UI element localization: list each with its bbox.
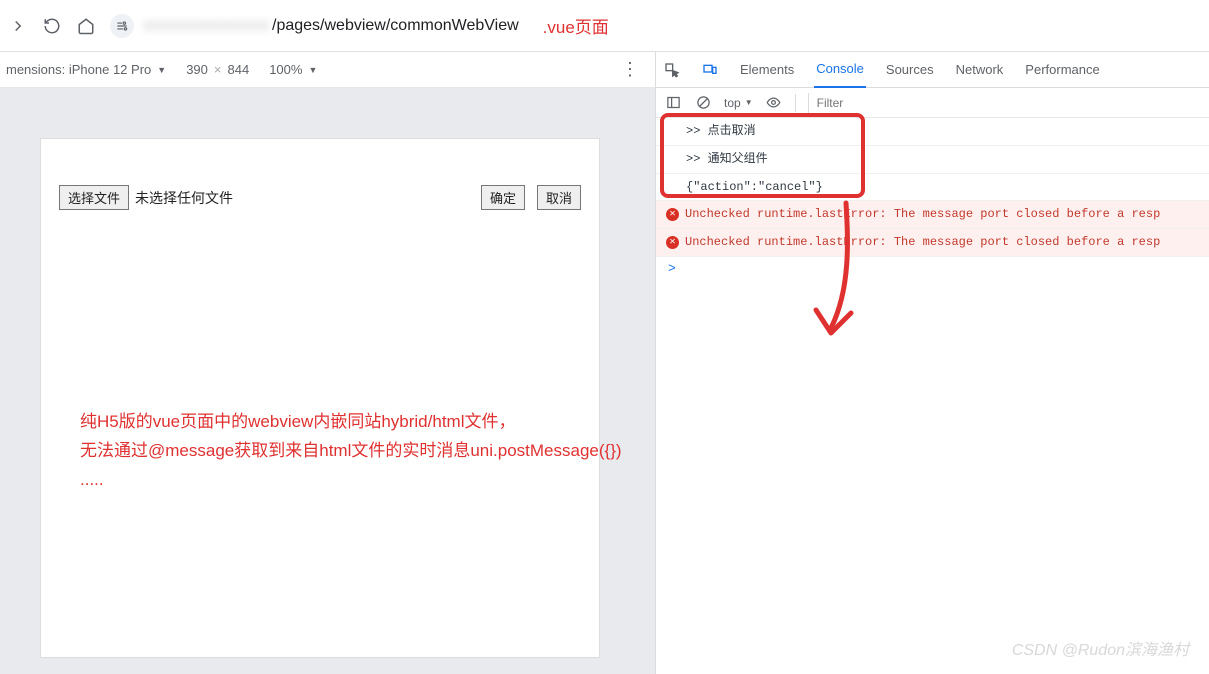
confirm-button[interactable]: 确定 xyxy=(481,185,525,210)
url-text: xxxxxxxxxxxxxx /pages/webview/commonWebV… xyxy=(144,17,519,35)
webview-page: 选择文件 未选择任何文件 确定 取消 xyxy=(40,138,600,658)
live-expression-icon[interactable] xyxy=(765,94,783,112)
console-log-line: >> 点击取消 xyxy=(656,118,1209,146)
home-icon[interactable] xyxy=(76,16,96,36)
device-toolbar: mensions: iPhone 12 Pro▼ 390 × 844 100%▼… xyxy=(0,52,655,88)
forward-icon[interactable] xyxy=(8,16,28,36)
device-viewport: mensions: iPhone 12 Pro▼ 390 × 844 100%▼… xyxy=(0,52,655,674)
tab-elements[interactable]: Elements xyxy=(738,52,796,88)
browser-toolbar: xxxxxxxxxxxxxx /pages/webview/commonWebV… xyxy=(0,0,1209,52)
more-options-icon[interactable]: ⋮ xyxy=(621,59,639,80)
filter-input[interactable] xyxy=(808,93,928,113)
tab-console[interactable]: Console xyxy=(814,52,866,88)
tab-sources[interactable]: Sources xyxy=(884,52,936,88)
site-settings-icon[interactable] xyxy=(110,14,134,38)
clear-console-icon[interactable] xyxy=(694,94,712,112)
error-icon: ✕ xyxy=(666,236,679,249)
console-error-line: ✕ Unchecked runtime.lastError: The messa… xyxy=(656,229,1209,257)
device-selector[interactable]: mensions: iPhone 12 Pro▼ xyxy=(6,62,166,77)
console-error-line: ✕ Unchecked runtime.lastError: The messa… xyxy=(656,201,1209,229)
reload-icon[interactable] xyxy=(42,16,62,36)
console-toolbar: top▼ xyxy=(656,88,1209,118)
annotation-explanation: 纯H5版的vue页面中的webview内嵌同站hybrid/html文件， 无法… xyxy=(80,408,622,495)
cancel-button[interactable]: 取消 xyxy=(537,185,581,210)
context-selector[interactable]: top▼ xyxy=(724,96,753,110)
annotation-vue-page: .vue页面 xyxy=(543,13,609,38)
watermark: CSDN @Rudon滨海渔村 xyxy=(1012,636,1189,660)
console-prompt[interactable]: > xyxy=(656,257,1209,280)
choose-file-button[interactable]: 选择文件 xyxy=(59,185,129,210)
url-bar[interactable]: xxxxxxxxxxxxxx /pages/webview/commonWebV… xyxy=(110,13,609,38)
tab-network[interactable]: Network xyxy=(954,52,1006,88)
devtools-tabs: Elements Console Sources Network Perform… xyxy=(656,52,1209,88)
sidebar-toggle-icon[interactable] xyxy=(664,94,682,112)
tab-performance[interactable]: Performance xyxy=(1023,52,1101,88)
console-log-line: {"action":"cancel"} xyxy=(656,174,1209,202)
no-file-label: 未选择任何文件 xyxy=(135,188,233,208)
inspect-element-icon[interactable] xyxy=(662,60,682,80)
device-toggle-icon[interactable] xyxy=(700,60,720,80)
devtools-panel: Elements Console Sources Network Perform… xyxy=(655,52,1209,674)
viewport-dimensions[interactable]: 390 × 844 xyxy=(186,62,249,77)
error-icon: ✕ xyxy=(666,208,679,221)
console-log-line: >> 通知父组件 xyxy=(656,146,1209,174)
zoom-selector[interactable]: 100%▼ xyxy=(269,62,317,77)
console-output[interactable]: >> 点击取消 >> 通知父组件 {"action":"cancel"} ✕ U… xyxy=(656,118,1209,674)
